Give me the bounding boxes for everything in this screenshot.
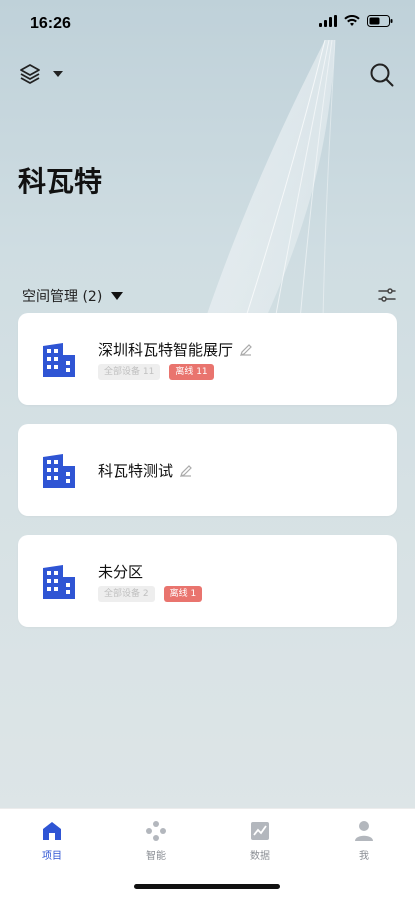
building-icon bbox=[43, 565, 75, 599]
all-devices-badge: 全部设备 11 bbox=[98, 364, 161, 380]
tab-smart[interactable]: 智能 bbox=[104, 819, 208, 862]
space-name: 未分区 bbox=[98, 563, 144, 581]
search-icon[interactable] bbox=[369, 62, 395, 88]
space-card-title: 未分区 bbox=[98, 561, 143, 582]
section-label: 空间管理 (2) bbox=[22, 289, 103, 305]
caret-down-icon bbox=[111, 292, 124, 300]
space-card-badges: 全部设备 2 离线 1 bbox=[98, 586, 203, 602]
space-card[interactable]: 科瓦特测试 bbox=[18, 424, 397, 516]
building-icon bbox=[43, 343, 75, 377]
space-card-title: 深圳科瓦特智能展厅 bbox=[98, 339, 253, 360]
space-management-toggle[interactable]: 空间管理 (2) bbox=[22, 286, 124, 306]
hero-background-art bbox=[205, 40, 336, 320]
tab-data[interactable]: 数据 bbox=[208, 819, 312, 862]
status-bar: 16:26 bbox=[0, 0, 415, 44]
wifi-icon bbox=[344, 15, 360, 26]
space-card-badges: 全部设备 11 离线 11 bbox=[98, 364, 214, 380]
smart-icon bbox=[146, 821, 166, 841]
space-card-title: 科瓦特测试 bbox=[98, 460, 193, 481]
tab-me[interactable]: 我 bbox=[312, 819, 415, 862]
status-time: 16:26 bbox=[30, 15, 71, 32]
space-switcher-button[interactable] bbox=[18, 62, 64, 86]
tab-label: 我 bbox=[359, 851, 369, 862]
layers-icon bbox=[20, 64, 40, 84]
home-icon bbox=[43, 822, 61, 840]
building-icon bbox=[43, 454, 75, 488]
caret-down-icon bbox=[53, 71, 63, 77]
edit-icon[interactable] bbox=[179, 464, 193, 478]
space-name: 科瓦特测试 bbox=[98, 462, 174, 480]
chart-icon bbox=[251, 822, 269, 840]
user-icon bbox=[355, 821, 373, 841]
filter-icon[interactable] bbox=[377, 286, 397, 304]
status-icons bbox=[319, 15, 393, 27]
space-name: 深圳科瓦特智能展厅 bbox=[98, 341, 234, 359]
offline-badge: 离线 11 bbox=[169, 364, 214, 380]
space-card[interactable]: 深圳科瓦特智能展厅 全部设备 11 离线 11 bbox=[18, 313, 397, 405]
offline-badge: 离线 1 bbox=[163, 586, 203, 602]
home-indicator bbox=[134, 884, 280, 889]
page-title: 科瓦特 bbox=[18, 165, 103, 198]
tab-label: 数据 bbox=[250, 851, 270, 862]
signal-icon bbox=[319, 15, 337, 27]
tab-label: 项目 bbox=[42, 851, 62, 862]
space-card[interactable]: 未分区 全部设备 2 离线 1 bbox=[18, 535, 397, 627]
edit-icon[interactable] bbox=[239, 343, 253, 357]
tab-project[interactable]: 项目 bbox=[0, 819, 104, 862]
all-devices-badge: 全部设备 2 bbox=[98, 586, 155, 602]
tab-label: 智能 bbox=[146, 851, 166, 862]
battery-icon bbox=[367, 15, 393, 27]
